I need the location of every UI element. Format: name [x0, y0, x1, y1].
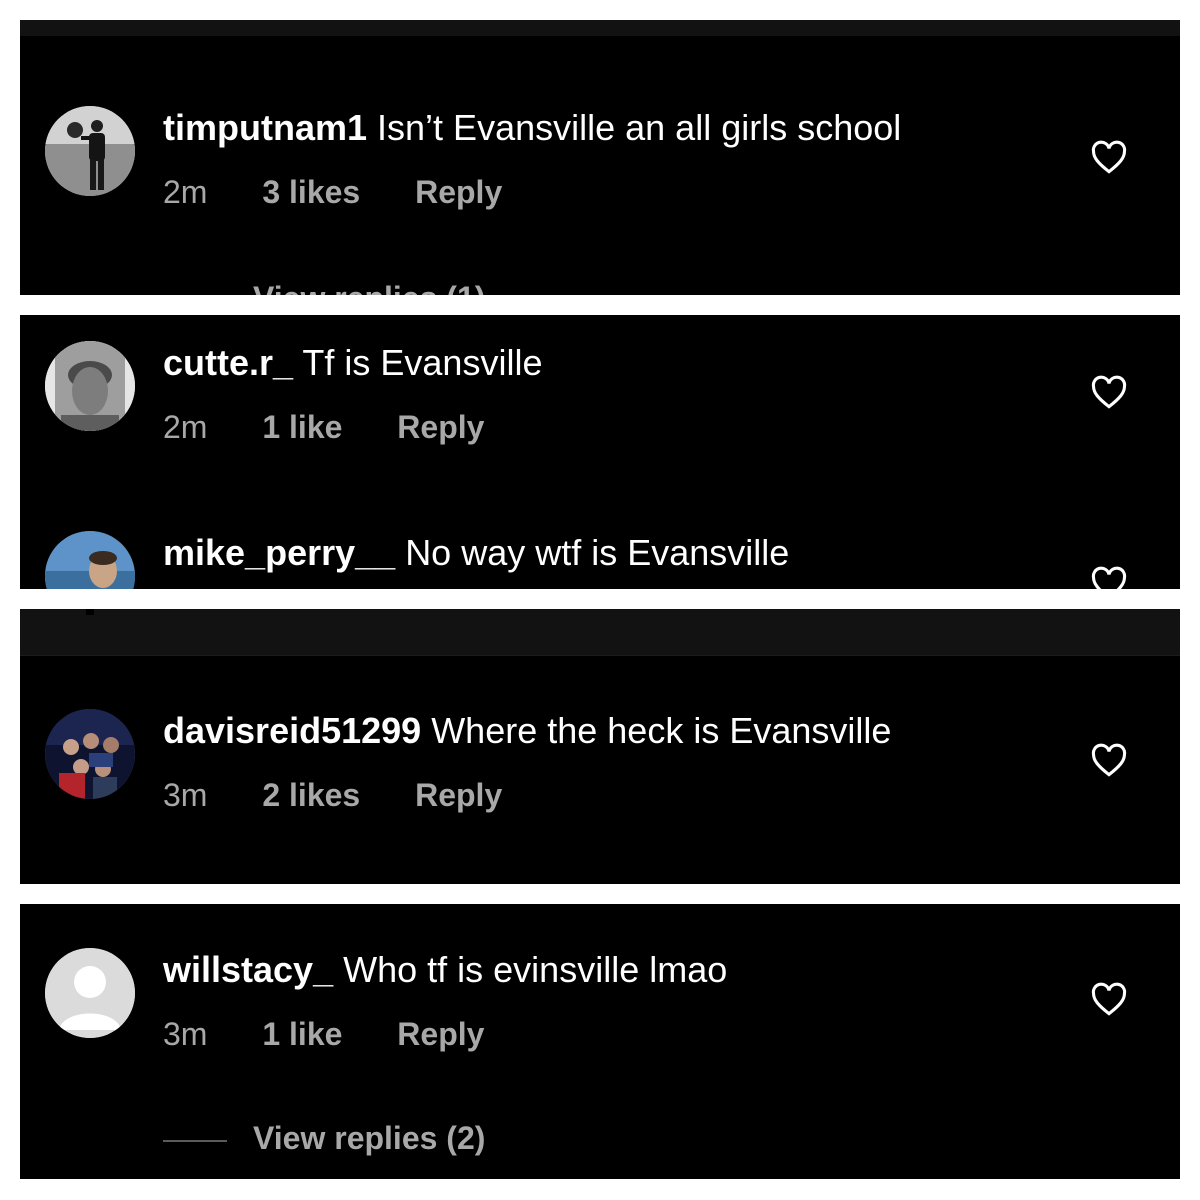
- comment-body: No way wtf is Evansville: [405, 532, 790, 573]
- reply-button[interactable]: Reply: [397, 407, 484, 447]
- screenshot-panel-1: timputnam1 Isn’t Evansville an all girls…: [20, 20, 1180, 295]
- username[interactable]: timputnam1: [163, 107, 367, 148]
- username[interactable]: willstacy_: [163, 949, 333, 990]
- replies-divider: [163, 1139, 227, 1142]
- avatar[interactable]: [45, 106, 135, 196]
- timestamp: 2m: [163, 174, 208, 210]
- view-replies-label: View replies (1): [253, 280, 485, 295]
- comment-text: cutte.r_ Tf is Evansville: [163, 341, 542, 385]
- like-count[interactable]: 2 likes: [262, 775, 360, 815]
- avatar[interactable]: [45, 709, 135, 799]
- like-count[interactable]: 3 likes: [262, 172, 360, 212]
- comment-text: davisreid51299 Where the heck is Evansvi…: [163, 709, 891, 753]
- like-count[interactable]: 1 like: [262, 1014, 342, 1054]
- heart-icon[interactable]: [1090, 566, 1128, 589]
- comment-body: Where the heck is Evansville: [431, 710, 892, 751]
- view-replies-label: View replies (2): [253, 1120, 486, 1156]
- person-dribbling-photo-icon: [45, 106, 135, 196]
- username[interactable]: cutte.r_: [163, 342, 293, 383]
- comment-item: mike_perry__ No way wtf is Evansville: [20, 531, 1180, 589]
- username[interactable]: davisreid51299: [163, 710, 421, 751]
- avatar[interactable]: [45, 948, 135, 1038]
- comment-meta: 3m 1 like Reply: [163, 1014, 484, 1054]
- like-count[interactable]: 1 like: [262, 407, 342, 447]
- timestamp: 3m: [163, 777, 208, 813]
- timestamp: 2m: [163, 409, 208, 445]
- heart-icon[interactable]: [1090, 982, 1128, 1016]
- comment-meta: 2m 1 like Reply: [163, 407, 484, 447]
- face-photo-icon: [45, 341, 135, 431]
- comment-body: Who tf is evinsville lmao: [343, 949, 728, 990]
- reply-button[interactable]: Reply: [415, 172, 502, 212]
- comment-text: mike_perry__ No way wtf is Evansville: [163, 531, 789, 575]
- view-replies-link[interactable]: View replies (2): [163, 1118, 485, 1158]
- comment-body: Tf is Evansville: [302, 342, 543, 383]
- comment-item: timputnam1 Isn’t Evansville an all girls…: [20, 106, 1180, 216]
- group-photo-icon: [45, 709, 135, 799]
- comment-text: timputnam1 Isn’t Evansville an all girls…: [163, 106, 901, 150]
- comment-item: cutte.r_ Tf is Evansville 2m 1 like Repl…: [20, 341, 1180, 451]
- heart-icon[interactable]: [1090, 743, 1128, 777]
- reply-button[interactable]: Reply: [397, 1014, 484, 1054]
- view-replies-link[interactable]: View replies (1): [163, 278, 485, 295]
- avatar[interactable]: [45, 341, 135, 431]
- comment-item: willstacy_ Who tf is evinsville lmao 3m …: [20, 948, 1180, 1058]
- screenshot-panel-2: cutte.r_ Tf is Evansville 2m 1 like Repl…: [20, 315, 1180, 589]
- comment-body: Isn’t Evansville an all girls school: [377, 107, 902, 148]
- reply-button[interactable]: Reply: [415, 775, 502, 815]
- username[interactable]: mike_perry__: [163, 532, 395, 573]
- beach-face-photo-icon: [45, 531, 135, 589]
- avatar[interactable]: [45, 531, 135, 589]
- timestamp: 3m: [163, 1016, 208, 1052]
- comment-text: willstacy_ Who tf is evinsville lmao: [163, 948, 727, 992]
- comment-meta: 2m 3 likes Reply: [163, 172, 502, 212]
- screenshot-panel-3: davisreid51299 Where the heck is Evansvi…: [20, 609, 1180, 884]
- default-avatar-icon: [45, 948, 135, 1038]
- cropped-fragment: [86, 609, 94, 615]
- comment-item: davisreid51299 Where the heck is Evansvi…: [20, 709, 1180, 819]
- heart-icon[interactable]: [1090, 375, 1128, 409]
- top-bar: [20, 609, 1180, 656]
- comment-meta: 3m 2 likes Reply: [163, 775, 502, 815]
- top-bar: [20, 20, 1180, 36]
- heart-icon[interactable]: [1090, 140, 1128, 174]
- screenshot-panel-4: willstacy_ Who tf is evinsville lmao 3m …: [20, 904, 1180, 1179]
